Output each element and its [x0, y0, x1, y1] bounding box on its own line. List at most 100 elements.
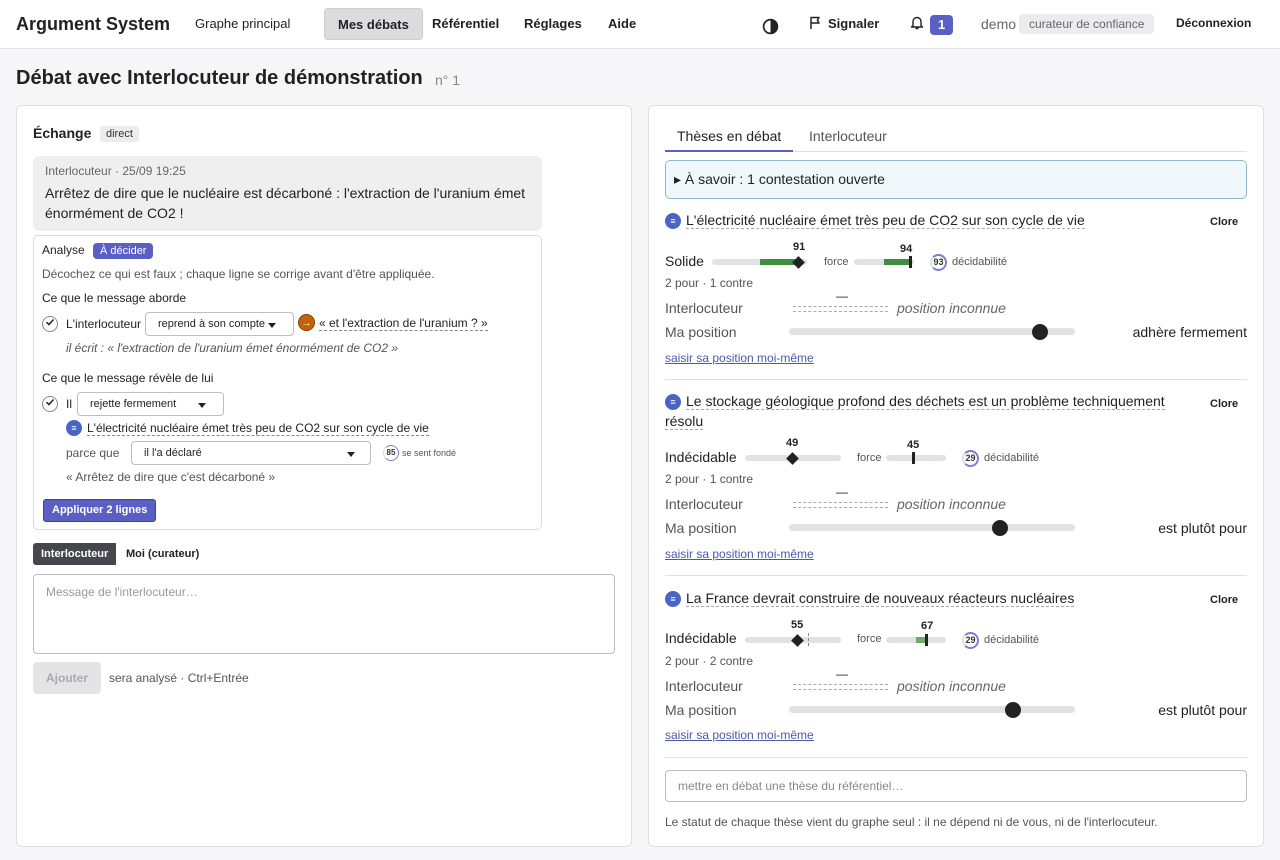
chevron-down-icon: [268, 323, 276, 328]
thesis-2-force-track: [886, 455, 946, 461]
thesis-3-close-button[interactable]: Clore: [1210, 594, 1238, 606]
row2-stance-value: rejette fermement: [90, 398, 177, 410]
thesis-3-force-value: 67: [921, 620, 934, 632]
row2-because-value: il l'a déclaré: [144, 447, 202, 459]
thesis-2-status: Indécidable: [665, 449, 737, 465]
row1-checkbox[interactable]: [42, 316, 58, 332]
thesis-2-close-button[interactable]: Clore: [1210, 398, 1238, 410]
nav-settings[interactable]: Réglages: [511, 8, 595, 40]
thesis-1-interlocutor-dash: —: [836, 289, 848, 303]
thesis-1-value: 91: [793, 241, 806, 253]
thesis-3-interlocutor-label: Interlocuteur: [665, 678, 743, 694]
thesis-2-force-marker: [912, 452, 915, 464]
thesis-1-interlocutor-position: position inconnue: [897, 300, 1006, 316]
message-input[interactable]: Message de l'interlocuteur…: [33, 574, 615, 654]
section-reveals-heading: Ce que le message révèle de lui: [42, 371, 214, 385]
speaker-interlocutor-button[interactable]: Interlocuteur: [33, 543, 117, 565]
add-thesis-input[interactable]: mettre en débat une thèse du référentiel…: [665, 770, 1247, 802]
thesis-1-close-button[interactable]: Clore: [1210, 216, 1238, 228]
notification-count-badge: 1: [930, 14, 954, 35]
page-title: Débat avec Interlocuteur de démonstratio…: [16, 67, 423, 89]
thesis-2-set-position-link[interactable]: saisir sa position moi-même: [665, 547, 814, 561]
thesis-icon: ≡: [665, 213, 681, 229]
thesis-1-decidability-ring: 93: [930, 254, 947, 271]
thesis-3-my-label: Ma position: [665, 702, 737, 718]
status-footnote: Le statut de chaque thèse vient du graph…: [665, 815, 1158, 829]
report-button[interactable]: Signaler: [809, 8, 879, 40]
row1-quote-link[interactable]: « et l'extraction de l'uranium ? »: [319, 316, 488, 331]
flag-icon: [810, 16, 820, 29]
analysis-status-badge: À décider: [93, 242, 154, 259]
thesis-3-my-position: est plutôt pour: [1158, 702, 1247, 718]
row2-thesis-link[interactable]: L'électricité nucléaire émet très peu de…: [87, 421, 429, 436]
section-topics-heading: Ce que le message aborde: [42, 291, 187, 305]
row2-subject: Il: [66, 397, 72, 411]
thesis-1-my-label: Ma position: [665, 324, 737, 340]
thesis-3-title[interactable]: La France devrait construire de nouveaux…: [686, 588, 1166, 608]
message-meta: Interlocuteur · 25/09 19:25: [45, 164, 186, 178]
row2-grounded-label: se sent fondé: [402, 448, 457, 458]
logout-button[interactable]: Déconnexion: [1176, 16, 1251, 30]
tab-interlocutor[interactable]: Interlocuteur: [797, 128, 899, 152]
row2-because-select[interactable]: il l'a déclaré: [131, 441, 371, 465]
thesis-1-force-label: force: [824, 256, 849, 268]
row2-grounded-ring: 85: [383, 445, 399, 461]
thesis-2-force-label: force: [857, 452, 882, 464]
nav-debates[interactable]: Mes débats: [324, 8, 423, 40]
thesis-1-set-position-link[interactable]: saisir sa position moi-même: [665, 351, 814, 365]
notifications-button[interactable]: 1: [910, 8, 954, 40]
thesis-3-force-label: force: [857, 633, 882, 645]
row1-stance-select[interactable]: reprend à son compte: [145, 312, 294, 336]
thesis-2-my-slider-handle[interactable]: [992, 520, 1008, 536]
contrast-icon: [762, 18, 779, 35]
analysis-status-label: À décider: [93, 243, 154, 259]
thesis-2-my-slider[interactable]: [789, 524, 1075, 531]
thesis-3-set-position-link[interactable]: saisir sa position moi-même: [665, 728, 814, 742]
row2-because-label: parce que: [66, 446, 120, 460]
nav-referential[interactable]: Référentiel: [419, 8, 512, 40]
thesis-2-interlocutor-label: Interlocuteur: [665, 496, 743, 512]
row1-subject: L'interlocuteur: [66, 317, 141, 331]
mode-tag-label: direct: [100, 126, 139, 142]
nav-graph[interactable]: Graphe principal: [182, 8, 303, 40]
row1-arrow-icon: →: [298, 314, 315, 331]
row1-written: il écrit : « l'extraction de l'uranium é…: [66, 341, 399, 355]
message-input-placeholder: Message de l'interlocuteur…: [46, 585, 198, 599]
thesis-3-icon-wrap: ≡: [665, 590, 681, 607]
mode-tag: direct: [100, 125, 139, 142]
thesis-3-status: Indécidable: [665, 630, 737, 646]
thesis-2-interlocutor-track: [793, 502, 888, 508]
analysis-box: Analyse À décider Décochez ce qui est fa…: [33, 235, 542, 530]
thesis-2-interlocutor-position: position inconnue: [897, 496, 1006, 512]
thesis-1-force-fill: [884, 259, 911, 265]
thesis-1-interlocutor-track: [793, 306, 888, 312]
thesis-1-title[interactable]: L'électricité nucléaire émet très peu de…: [686, 210, 1166, 230]
thesis-3-my-slider[interactable]: [789, 706, 1075, 713]
thesis-3-my-slider-handle[interactable]: [1005, 702, 1021, 718]
row2-stance-select[interactable]: rejette fermement: [77, 392, 224, 416]
tab-theses[interactable]: Thèses en débat: [665, 128, 794, 152]
row2-checkbox[interactable]: [42, 396, 58, 412]
add-thesis-placeholder: mettre en débat une thèse du référentiel…: [678, 779, 904, 793]
add-hint: sera analysé · Ctrl+Entrée: [109, 671, 249, 685]
thesis-separator: [665, 757, 1247, 758]
apply-lines-button[interactable]: Appliquer 2 lignes: [43, 499, 157, 522]
check-icon: [45, 398, 55, 406]
speaker-curator-button[interactable]: Moi (curateur): [118, 543, 207, 565]
thesis-2-force-value: 45: [907, 439, 920, 451]
thesis-1-force-value: 94: [900, 243, 913, 255]
thesis-1-counts: 2 pour · 1 contre: [665, 276, 754, 290]
contrast-toggle-button[interactable]: [762, 15, 779, 35]
open-contest-notice[interactable]: ▸ À savoir : 1 contestation ouverte: [665, 160, 1247, 199]
add-button[interactable]: Ajouter: [33, 662, 101, 694]
thesis-2-value: 49: [786, 437, 799, 449]
chevron-down-icon: [198, 403, 206, 408]
thesis-2-title[interactable]: Le stockage géologique profond des déche…: [665, 391, 1185, 431]
thesis-3-value-reference: [808, 633, 809, 646]
thesis-1-my-slider-handle[interactable]: [1032, 324, 1048, 340]
thesis-3-counts: 2 pour · 2 contre: [665, 654, 754, 668]
nav-help[interactable]: Aide: [595, 8, 649, 40]
thesis-3-interlocutor-position: position inconnue: [897, 678, 1006, 694]
thesis-3-value: 55: [791, 619, 804, 631]
arrow-icon: →: [298, 314, 315, 331]
